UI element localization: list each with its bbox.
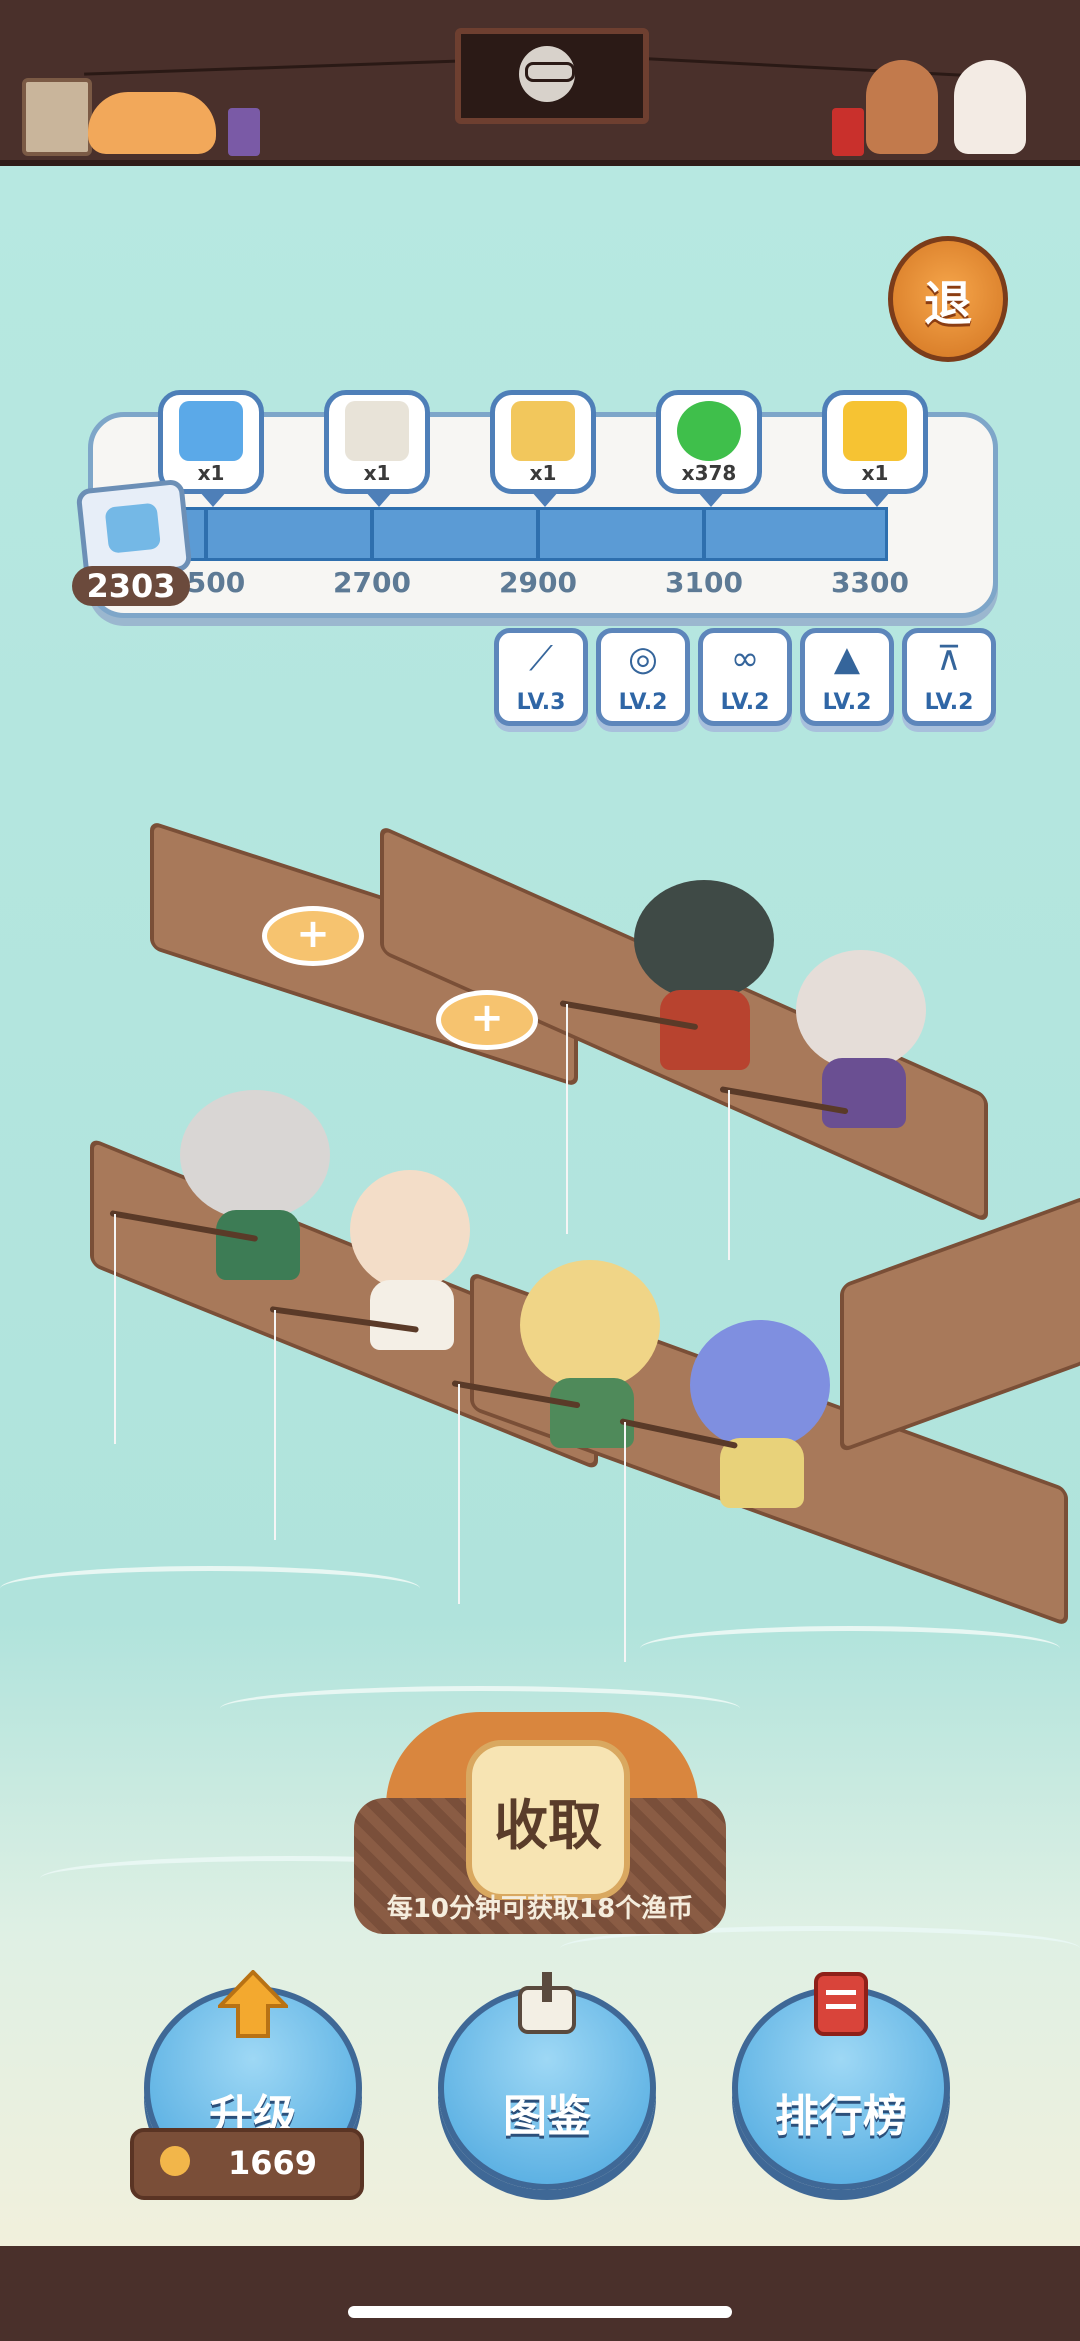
fishing-line — [274, 1310, 276, 1540]
ranking-button[interactable]: 排行榜 — [732, 1972, 950, 2190]
milestone-label: 2700 — [333, 566, 411, 599]
progress-fill — [115, 510, 885, 558]
fisher-body — [720, 1438, 804, 1508]
wave — [0, 1566, 420, 1611]
reward-count: x1 — [529, 461, 557, 485]
fisher-body — [216, 1210, 300, 1280]
wave — [640, 1626, 1060, 1671]
level-label: LV.3 — [516, 690, 566, 715]
fisher-head — [350, 1170, 470, 1290]
bait-icon: ▲ — [833, 639, 861, 679]
reel-icon: ◎ — [628, 639, 658, 679]
rope-right — [640, 56, 990, 79]
collect-button[interactable]: 收取 — [466, 1740, 630, 1900]
top-bar — [0, 0, 1080, 166]
fisher-body — [822, 1058, 906, 1128]
level-label: LV.2 — [822, 690, 872, 715]
progress-tick — [370, 507, 374, 561]
reward-count: x378 — [681, 461, 737, 485]
white-cat-icon — [954, 60, 1026, 154]
llama-card-icon — [511, 401, 575, 461]
raccoon-portrait-frame[interactable] — [455, 28, 649, 124]
fisher-body — [660, 990, 750, 1070]
line-upgrade-button[interactable]: ∞ LV.2 — [698, 628, 792, 726]
glasses-icon — [525, 62, 575, 82]
fishing-line — [624, 1422, 626, 1662]
progress-tick — [536, 507, 540, 561]
milestone-label: 3300 — [831, 566, 909, 599]
fishing-line — [458, 1384, 460, 1604]
girl-character-icon — [866, 60, 938, 154]
red-can-icon — [832, 108, 864, 156]
line-spool-icon: ∞ — [730, 639, 760, 679]
fisher-head — [690, 1320, 830, 1450]
level-label: LV.2 — [720, 690, 770, 715]
bait-upgrade-button[interactable]: ▲ LV.2 — [800, 628, 894, 726]
progress-track — [112, 507, 888, 561]
score-value: 2303 — [72, 566, 190, 606]
bottom-bar — [0, 2246, 1080, 2341]
collection-button[interactable]: 图鉴 — [438, 1972, 656, 2190]
milestone-label: 3100 — [665, 566, 743, 599]
badge-inner — [104, 502, 162, 554]
add-fisher-slot-1[interactable]: + — [262, 906, 364, 966]
coin-count: 1669 — [228, 2144, 318, 2182]
home-indicator[interactable] — [348, 2306, 732, 2318]
add-fisher-slot-2[interactable]: + — [436, 990, 538, 1050]
progress-tick — [204, 507, 208, 561]
dice-ticket-icon — [345, 401, 409, 461]
collection-label: 图鉴 — [503, 2091, 591, 2142]
ranking-board-icon — [806, 1970, 876, 2040]
milestone-reward-1[interactable]: x1 — [158, 390, 264, 507]
coin-balance: 1669 — [130, 2128, 364, 2200]
fisher-head — [796, 950, 926, 1070]
rod-upgrade-button[interactable]: ⟋ LV.3 — [494, 628, 588, 726]
fisher-head — [180, 1090, 330, 1220]
scroll-brush-icon — [512, 1970, 582, 2040]
green-coin-icon — [677, 401, 741, 461]
ranking-label: 排行榜 — [775, 2091, 907, 2142]
collect-note: 每10分钟可获取18个渔币 — [386, 1894, 694, 1924]
reward-count: x1 — [363, 461, 391, 485]
stand-icon: ⊼ — [936, 639, 962, 679]
fish-coin-icon — [160, 2146, 190, 2176]
quit-button[interactable]: 退 — [888, 236, 1008, 362]
fisher-head — [634, 880, 774, 1000]
milestone-reward-5[interactable]: x1 — [822, 390, 928, 507]
progress-tick — [702, 507, 706, 561]
fishing-line — [728, 1090, 730, 1260]
rope-left — [84, 59, 464, 76]
character-card-icon — [179, 401, 243, 461]
level-label: LV.2 — [924, 690, 974, 715]
fishing-line — [114, 1214, 116, 1444]
fisher-body — [550, 1378, 634, 1448]
paw-sign-icon[interactable] — [22, 78, 92, 156]
milestone-reward-3[interactable]: x1 — [490, 390, 596, 507]
reward-count: x1 — [861, 461, 889, 485]
milestone-reward-4[interactable]: x378 — [656, 390, 762, 507]
fishing-rod-icon: ⟋ — [529, 639, 553, 679]
fisher-head — [520, 1260, 660, 1390]
sleeping-cat-icon — [88, 92, 216, 154]
reel-upgrade-button[interactable]: ◎ LV.2 — [596, 628, 690, 726]
stand-upgrade-button[interactable]: ⊼ LV.2 — [902, 628, 996, 726]
milestone-reward-2[interactable]: x1 — [324, 390, 430, 507]
calendar-ticket-icon — [843, 401, 907, 461]
milestone-label: 2900 — [499, 566, 577, 599]
fishing-line — [566, 1004, 568, 1234]
level-label: LV.2 — [618, 690, 668, 715]
up-arrow-icon — [215, 1969, 291, 2040]
purple-can-icon — [228, 108, 260, 156]
fisher-body — [370, 1280, 454, 1350]
